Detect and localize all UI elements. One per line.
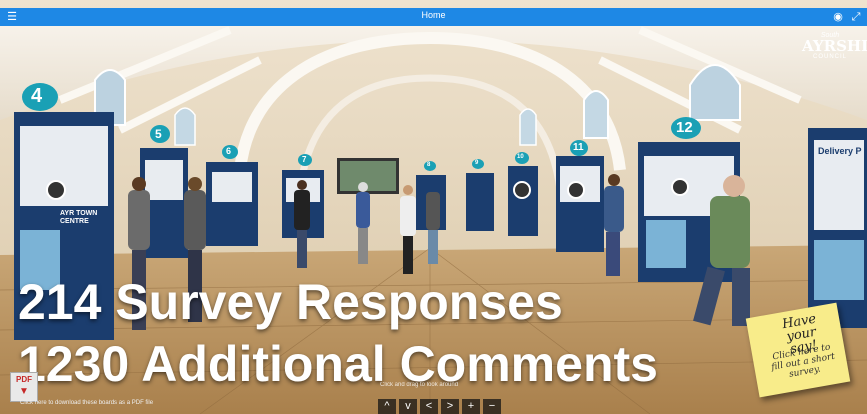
page-title: Home [421,10,446,20]
board-number-8[interactable]: 8 [427,162,430,168]
additional-comments-text: 1230 Additional Comments [18,336,658,392]
zoom-in-button[interactable]: + [462,399,480,414]
navigation-controls: ^ v < > + − [378,399,501,414]
navigation-hint: Click and drag to look around [380,382,459,388]
zoom-out-button[interactable]: − [483,399,501,414]
survey-sticky-note[interactable]: Have your say! Click here to fill out a … [745,302,851,398]
board-number-9[interactable]: 9 [475,160,478,166]
fullscreen-icon[interactable]: ⤢ [848,9,864,25]
top-bar: ☰ Home ◉ ⤢ [0,8,867,26]
pan-left-button[interactable]: < [420,399,438,414]
logo-line-2: AYRSHIRE [802,37,867,55]
pan-up-button[interactable]: ^ [378,399,396,414]
pdf-download-caption[interactable]: Click here to download these boards as a… [20,400,153,407]
board-number-6[interactable]: 6 [226,146,231,156]
board-number-4[interactable]: 4 [31,85,42,108]
view-icon[interactable]: ◉ [830,9,846,25]
pan-right-button[interactable]: > [441,399,459,414]
download-arrow-icon: ▼ [19,386,29,397]
board-number-12[interactable]: 12 [676,119,693,136]
board-number-11[interactable]: 11 [573,142,584,153]
pdf-download-icon[interactable]: PDF ▼ [10,372,38,402]
board-number-10[interactable]: 10 [517,154,524,160]
board-number-7[interactable]: 7 [302,155,306,164]
virtual-exhibition-scene[interactable]: ☰ Home ◉ ⤢ South AYRSHIRE COUNCIL 4 5 6 … [0,0,867,414]
pdf-label: PDF [16,375,32,384]
board-panel-title: AYR TOWN CENTRE [60,210,98,225]
board-panel-title-right: Delivery P [818,146,862,156]
survey-responses-text: 214 Survey Responses [18,274,563,330]
council-logo: South AYRSHIRE COUNCIL [802,32,867,72]
pan-down-button[interactable]: v [399,399,417,414]
board-number-5[interactable]: 5 [155,127,162,141]
